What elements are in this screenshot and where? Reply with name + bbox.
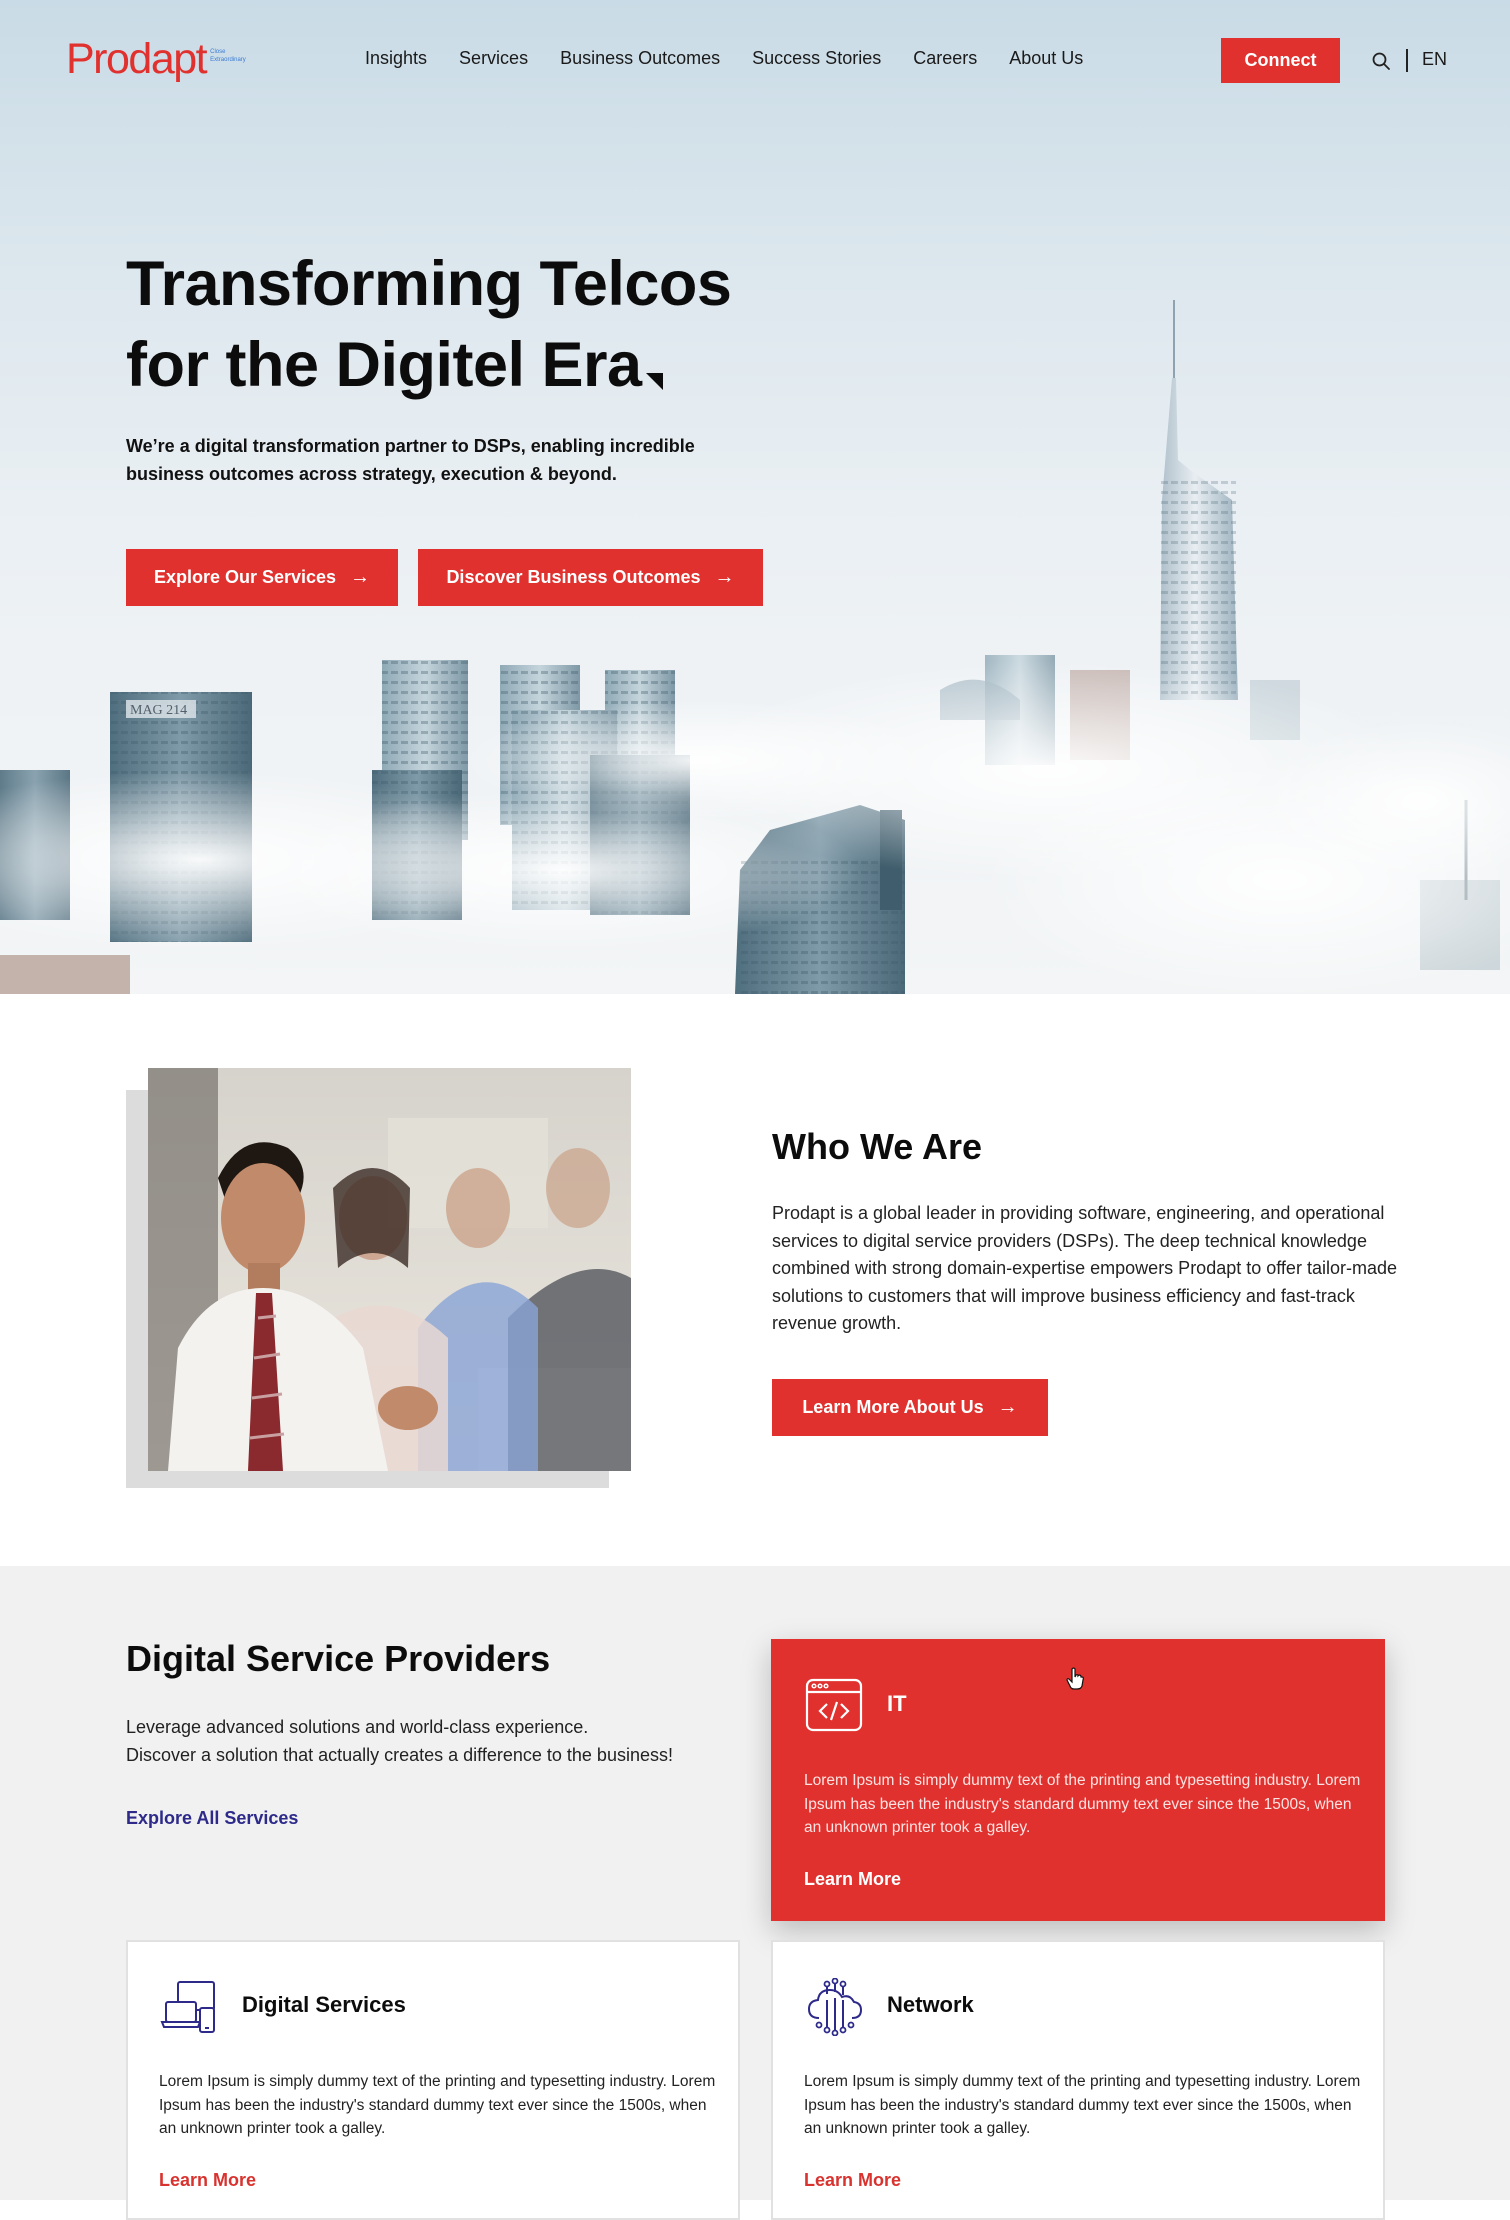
cloud-network-icon: [807, 1978, 863, 2036]
code-window-icon: [805, 1678, 863, 1732]
card-title: IT: [887, 1691, 907, 1716]
hero-title-line1: Transforming Telcos: [126, 249, 732, 319]
card-learn-more-link[interactable]: Learn More: [804, 2170, 901, 2191]
hero-title-line2: for the Digitel Era: [126, 330, 642, 400]
devices-icon: [160, 1981, 215, 2033]
dsp-description-line1: Leverage advanced solutions and world-cl…: [126, 1717, 589, 1737]
card-description: Lorem Ipsum is simply dummy text of the …: [804, 2073, 1361, 2137]
hand-cursor-icon: [1066, 1667, 1084, 1690]
service-card-digital-services[interactable]: Digital Services Lorem Ipsum is simply d…: [126, 1940, 740, 2220]
arrow-right-icon: →: [997, 1396, 1018, 1418]
arrow-right-icon: →: [350, 566, 371, 588]
arrow-right-icon: →: [714, 566, 735, 588]
explore-services-label: Explore Our Services: [153, 567, 337, 587]
dsp-title: Digital Service Providers: [126, 1638, 551, 1679]
explore-services-button[interactable]: Explore Our Services →: [126, 549, 398, 606]
top-navigation: Prodapt Close Extraordinary Insights Ser…: [0, 0, 1510, 120]
discover-outcomes-label: Discover Business Outcomes: [446, 567, 701, 587]
logo-tagline: Close Extraordinary: [210, 49, 246, 63]
discover-outcomes-button[interactable]: Discover Business Outcomes →: [418, 549, 763, 606]
building-sign: MAG 214: [130, 703, 187, 718]
who-we-are-title: Who We Are: [772, 1126, 983, 1167]
service-card-network[interactable]: Network Lorem Ipsum is simply dummy text…: [771, 1940, 1385, 2220]
search-icon[interactable]: [1371, 51, 1391, 71]
dsp-description-line2: Discover a solution that actually create…: [126, 1744, 673, 1765]
nav-link-about-us[interactable]: About Us: [1009, 48, 1083, 69]
nav-divider: [1406, 49, 1408, 72]
city-skyline-image: MAG 214: [0, 300, 1510, 994]
connect-button[interactable]: Connect: [1221, 38, 1340, 83]
learn-more-about-label: Learn More About Us: [802, 1397, 984, 1417]
digital-service-providers-section: Digital Service Providers Leverage advan…: [0, 1566, 1510, 2220]
prodapt-logo[interactable]: Prodapt Close Extraordinary: [66, 34, 250, 84]
explore-all-services-link[interactable]: Explore All Services: [126, 1808, 298, 1829]
nav-link-business-outcomes[interactable]: Business Outcomes: [560, 48, 720, 69]
nav-link-insights[interactable]: Insights: [365, 48, 427, 69]
card-title: Network: [887, 1992, 974, 2017]
brand-mark-icon: [645, 373, 663, 390]
who-we-are-text: Prodapt is a global leader in providing …: [772, 1203, 1397, 1333]
learn-more-about-button[interactable]: Learn More About Us →: [772, 1379, 1048, 1436]
nav-links: Insights Services Business Outcomes Succ…: [365, 48, 1083, 69]
nav-link-careers[interactable]: Careers: [913, 48, 977, 69]
hero-title: Transforming Telcos for the Digitel Era: [126, 244, 846, 406]
nav-link-services[interactable]: Services: [459, 48, 528, 69]
card-description: Lorem Ipsum is simply dummy text of the …: [159, 2073, 716, 2137]
hero-subtitle: We’re a digital transformation partner t…: [126, 436, 695, 484]
language-selector[interactable]: EN: [1422, 49, 1447, 70]
card-description: Lorem Ipsum is simply dummy text of the …: [804, 1772, 1361, 1836]
dsp-description: Leverage advanced solutions and world-cl…: [126, 1714, 746, 1769]
hero-section: MAG 214 Prodapt Close Extraordinary Insi…: [0, 0, 1510, 994]
card-learn-more-link[interactable]: Learn More: [804, 1869, 901, 1890]
logo-wordmark: Prodapt: [66, 35, 208, 83]
card-learn-more-link[interactable]: Learn More: [159, 2170, 256, 2191]
team-photo: [148, 1068, 631, 1471]
card-title: Digital Services: [242, 1992, 406, 2017]
nav-link-success-stories[interactable]: Success Stories: [752, 48, 881, 69]
who-we-are-section: Who We Are Prodapt is a global leader in…: [0, 994, 1510, 1566]
